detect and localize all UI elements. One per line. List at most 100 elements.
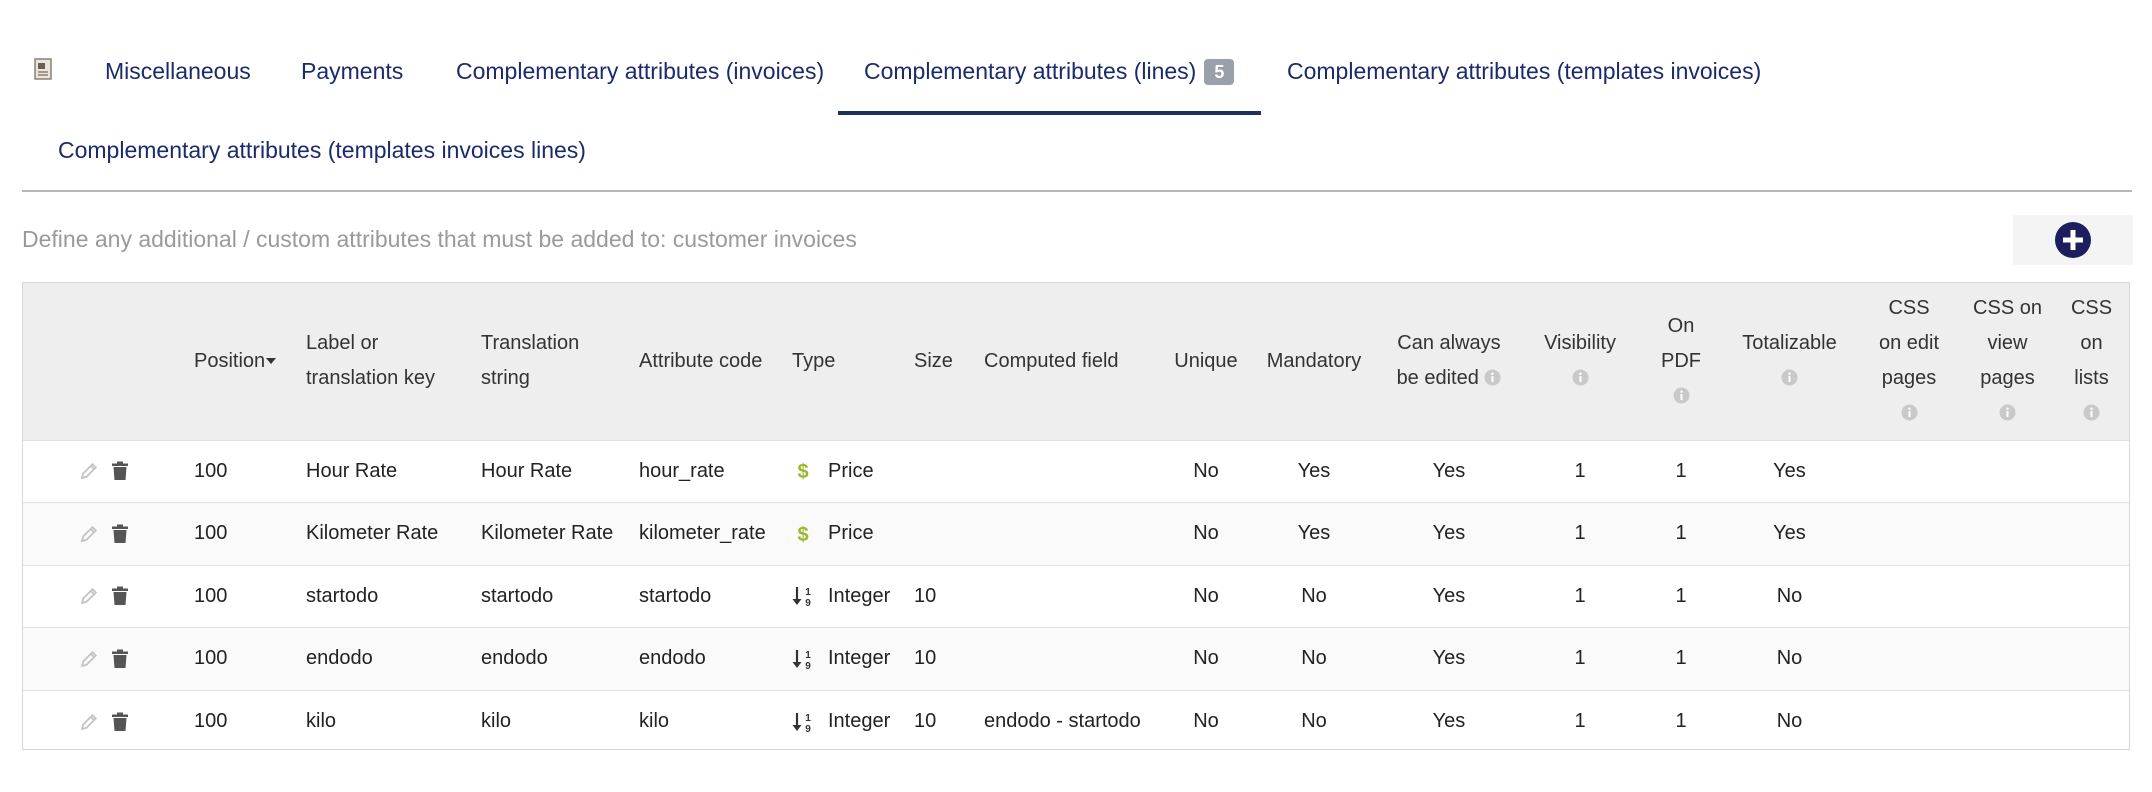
tab-label: Complementary attributes (templates invo…	[58, 137, 586, 163]
label-cell: startodo	[306, 584, 379, 607]
on-pdf-cell: 1	[1675, 710, 1687, 732]
tab-bar: Miscellaneous Payments Complementary att…	[22, 0, 2132, 192]
pencil-icon[interactable]	[79, 649, 99, 669]
type-label: Integer	[828, 710, 891, 732]
dollar-icon: $	[797, 524, 808, 545]
size-cell: 10	[914, 710, 937, 732]
translation-cell: endodo	[481, 647, 548, 670]
tab-miscellaneous[interactable]: Miscellaneous	[105, 58, 251, 85]
always-editable-cell: Yes	[1432, 522, 1466, 545]
size-header: Size	[914, 349, 953, 372]
unique-cell: No	[1193, 522, 1219, 545]
size-cell	[910, 503, 980, 566]
totalizable-cell: No	[1776, 647, 1803, 670]
computed-field-cell	[980, 440, 1162, 503]
attribute-code-cell: kilometer_rate	[639, 522, 766, 545]
computed-field-header: Computed field	[984, 349, 1119, 372]
css-view-pages-cell	[1961, 440, 2054, 503]
add-attribute-area	[2013, 215, 2133, 265]
row-actions	[23, 440, 190, 503]
totalizable-cell: Yes	[1773, 459, 1806, 482]
size-cell	[910, 440, 980, 503]
mandatory-cell: Yes	[1297, 522, 1331, 545]
tab-complementary-attributes-templates-invoices-lines[interactable]: Complementary attributes (templates invo…	[58, 137, 586, 164]
pencil-icon[interactable]	[79, 461, 99, 481]
trash-icon[interactable]	[111, 461, 129, 481]
tab-payments[interactable]: Payments	[301, 58, 403, 85]
totalizable-header: Totalizable	[1722, 283, 1857, 440]
mandatory-cell: No	[1301, 584, 1327, 607]
tab-complementary-attributes-invoices[interactable]: Complementary attributes (invoices)	[456, 58, 824, 85]
totalizable-cell: Yes	[1773, 522, 1806, 545]
size-cell: 10	[914, 584, 937, 607]
info-icon[interactable]	[1999, 404, 2016, 421]
on-pdf-header: On PDF	[1640, 283, 1722, 440]
type-label: Price	[828, 522, 874, 545]
always-editable-cell: Yes	[1432, 647, 1466, 670]
computed-field-cell	[980, 628, 1162, 691]
always-editable-header: Can always be edited	[1396, 332, 1501, 390]
table-row: 100 Hour Rate Hour Rate hour_rate $ Price…	[23, 440, 2129, 503]
css-edit-pages-cell	[1857, 503, 1961, 566]
type-cell: 1 9 Integer	[788, 690, 910, 753]
trash-icon[interactable]	[111, 586, 129, 606]
on-pdf-cell: 1	[1675, 584, 1687, 607]
on-pdf-cell: 1	[1675, 459, 1687, 482]
translation-cell: kilo	[481, 710, 512, 732]
css-view-pages-cell	[1961, 503, 2054, 566]
css-lists-cell	[2054, 690, 2129, 753]
attribute-code-header: Attribute code	[639, 349, 763, 372]
invoice-module-icon	[34, 58, 52, 80]
position-header[interactable]: Position	[190, 283, 302, 440]
css-edit-pages-header: CSS on edit pages	[1857, 283, 1961, 440]
mandatory-cell: No	[1301, 710, 1327, 732]
sort-numeric-icon: 19	[792, 712, 811, 733]
svg-text:1: 1	[805, 713, 811, 724]
info-icon[interactable]	[1572, 369, 1589, 386]
tab-label: Payments	[301, 58, 404, 84]
row-actions	[23, 565, 190, 628]
info-icon[interactable]	[1673, 387, 1690, 404]
row-actions	[23, 690, 190, 753]
trash-icon[interactable]	[111, 524, 129, 544]
label-cell: kilo	[306, 710, 337, 732]
visibility-cell: 1	[1574, 522, 1586, 545]
row-actions	[23, 503, 190, 566]
count-badge: 5	[1204, 58, 1235, 85]
svg-text:$: $	[797, 524, 808, 545]
info-icon[interactable]	[1901, 404, 1918, 421]
css-view-pages-header: CSS on view pages	[1961, 283, 2054, 440]
type-cell: 1 9 Integer	[788, 565, 910, 628]
tab-complementary-attributes-lines[interactable]: Complementary attributes (lines) 5	[837, 58, 1262, 115]
pencil-icon[interactable]	[79, 712, 99, 732]
trash-icon[interactable]	[111, 712, 129, 732]
add-attribute-button[interactable]	[2054, 221, 2092, 259]
mandatory-header: Mandatory	[1266, 349, 1362, 372]
svg-text:9: 9	[805, 724, 811, 733]
info-icon[interactable]	[1484, 369, 1501, 386]
trash-icon[interactable]	[111, 649, 129, 669]
size-cell: 10	[914, 647, 937, 670]
translation-cell: startodo	[481, 584, 554, 607]
type-label: Price	[828, 459, 874, 482]
svg-text:$: $	[797, 461, 808, 482]
info-icon[interactable]	[1781, 369, 1798, 386]
info-icon[interactable]	[2083, 404, 2100, 421]
pencil-icon[interactable]	[79, 524, 99, 544]
always-editable-cell: Yes	[1432, 459, 1466, 482]
unique-cell: No	[1193, 710, 1219, 732]
css-lists-cell	[2054, 628, 2129, 691]
label-cell: Kilometer Rate	[306, 522, 439, 545]
attribute-code-cell: kilo	[639, 710, 670, 732]
css-edit-pages-cell	[1857, 628, 1961, 691]
svg-text:9: 9	[805, 661, 811, 670]
attribute-code-cell: startodo	[639, 584, 712, 607]
type-cell: 1 9 Integer	[788, 628, 910, 691]
computed-field-cell	[980, 565, 1162, 628]
css-view-pages-cell	[1961, 565, 2054, 628]
table-row: 100 endodo endodo endodo 1 9 Integer 10 No…	[23, 627, 2129, 691]
visibility-cell: 1	[1574, 710, 1586, 732]
table-header-row: Position Label or translation key Transla…	[23, 283, 2129, 440]
pencil-icon[interactable]	[79, 586, 99, 606]
tab-complementary-attributes-templates-invoices[interactable]: Complementary attributes (templates invo…	[1287, 58, 1761, 85]
